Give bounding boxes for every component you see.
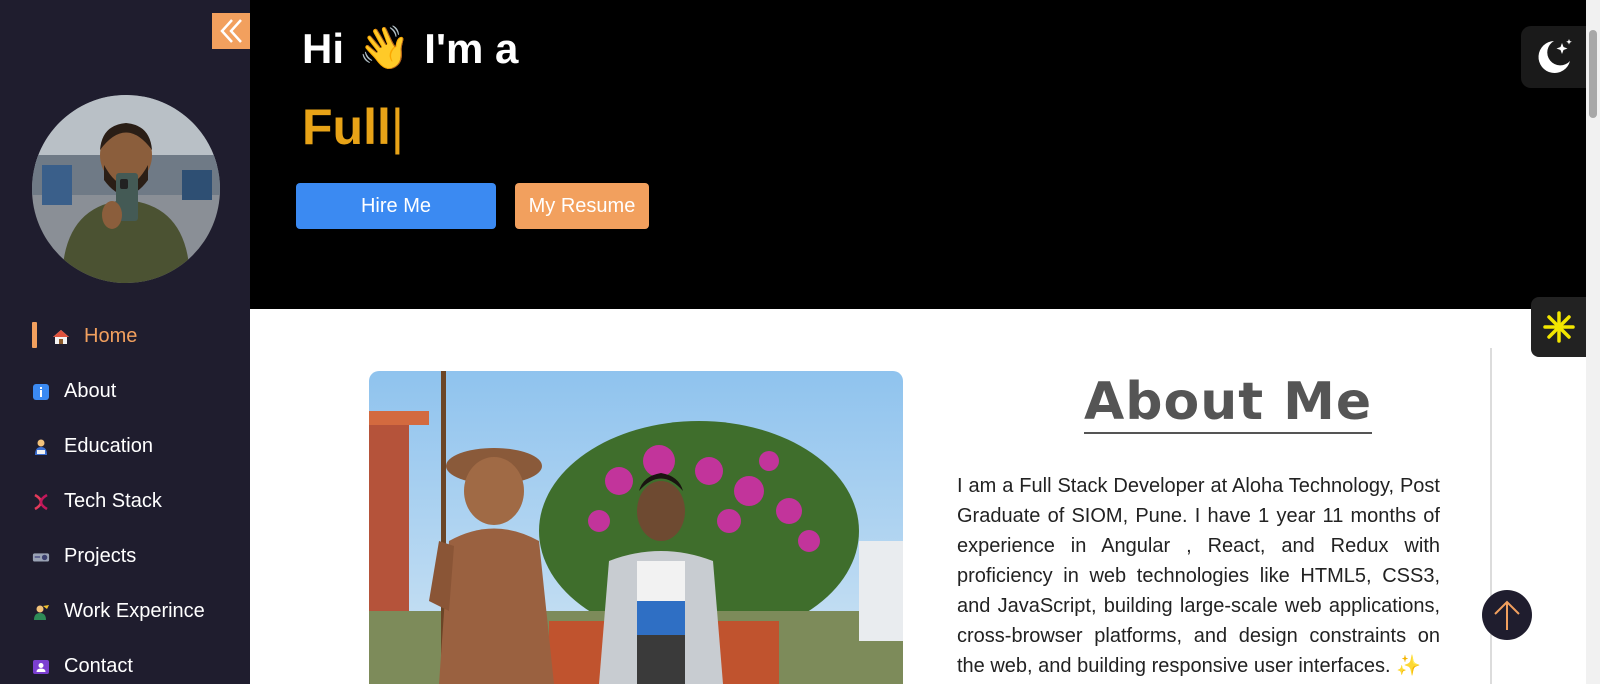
my-resume-button[interactable]: My Resume bbox=[515, 183, 649, 229]
settings-button[interactable] bbox=[1531, 297, 1586, 357]
waving-hand-icon: 👋 bbox=[358, 24, 411, 71]
sidebar-item-tech-stack[interactable]: Tech Stack bbox=[0, 474, 250, 529]
sidebar-item-label: Contact bbox=[64, 655, 133, 677]
hire-me-button[interactable]: Hire Me bbox=[296, 183, 496, 229]
typing-caret: | bbox=[390, 99, 404, 155]
sparkle-icon bbox=[1542, 311, 1575, 343]
sidebar-item-work-experience[interactable]: Work Experince bbox=[0, 584, 250, 639]
avatar bbox=[32, 95, 220, 283]
hero-section: Hi 👋 I'm a Full| Hire Me My Resume bbox=[250, 0, 1586, 309]
page-scrollbar[interactable] bbox=[1586, 0, 1600, 684]
sidebar-item-about[interactable]: About bbox=[0, 364, 250, 419]
about-photo bbox=[369, 371, 903, 684]
sidebar-item-label: Projects bbox=[64, 545, 137, 567]
contact-icon bbox=[32, 658, 50, 676]
typed-role: Full| bbox=[302, 98, 404, 156]
double-chevron-left-icon bbox=[220, 19, 242, 43]
sidebar-nav: Home About Education Tech Stack Projects bbox=[0, 309, 250, 694]
theme-toggle-button[interactable] bbox=[1521, 26, 1587, 88]
about-paragraph: I am a Full Stack Developer at Aloha Tec… bbox=[957, 475, 1440, 677]
active-indicator bbox=[32, 322, 37, 348]
sidebar-item-home[interactable]: Home bbox=[0, 309, 250, 364]
hero-greeting: Hi 👋 I'm a bbox=[302, 24, 518, 73]
sidebar-item-education[interactable]: Education bbox=[0, 419, 250, 474]
worker-icon bbox=[32, 603, 50, 621]
collapse-sidebar-button[interactable] bbox=[212, 13, 250, 49]
student-icon bbox=[32, 438, 50, 456]
greeting-rest: I'm a bbox=[424, 24, 519, 72]
sidebar: Home About Education Tech Stack Projects bbox=[0, 0, 250, 684]
moon-stars-icon bbox=[1538, 39, 1572, 73]
dna-icon bbox=[32, 493, 50, 511]
scrollbar-thumb[interactable] bbox=[1589, 30, 1597, 118]
info-icon bbox=[32, 383, 50, 401]
sidebar-item-label: Education bbox=[64, 435, 153, 457]
greeting-hi: Hi bbox=[302, 24, 344, 72]
sidebar-item-label: Tech Stack bbox=[64, 490, 162, 512]
sidebar-item-label: About bbox=[64, 380, 117, 402]
sidebar-item-label: Home bbox=[84, 325, 138, 347]
arrow-up-icon bbox=[1494, 600, 1520, 630]
scroll-to-top-button[interactable] bbox=[1482, 590, 1532, 640]
about-title: About Me bbox=[1084, 372, 1373, 434]
sidebar-item-projects[interactable]: Projects bbox=[0, 529, 250, 584]
typed-text: Full bbox=[302, 99, 391, 155]
sidebar-item-label: Work Experince bbox=[64, 600, 205, 622]
home-icon bbox=[52, 328, 70, 346]
sidebar-item-contact[interactable]: Contact bbox=[0, 639, 250, 694]
projector-icon bbox=[32, 548, 50, 566]
